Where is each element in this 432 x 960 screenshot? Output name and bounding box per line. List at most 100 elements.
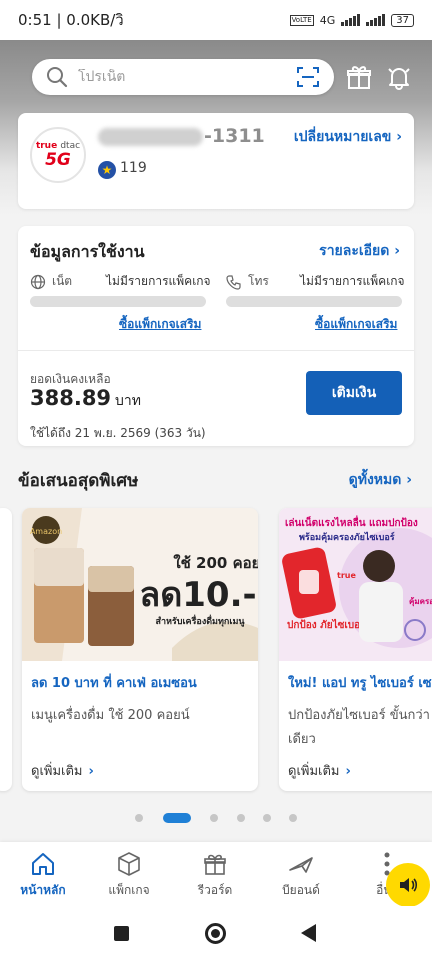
internet-label-row: เน็ต <box>30 272 72 291</box>
sound-button[interactable] <box>386 863 430 907</box>
chevron-right-icon: › <box>394 243 400 259</box>
promo-more-label: ดูเพิ่มเติม <box>31 764 83 779</box>
promo-title: ลด 10 บาท ที่ คาเฟ่ อเมซอน <box>31 676 197 691</box>
call-label: โทร <box>248 274 269 288</box>
home-icon <box>32 853 54 875</box>
nav-package[interactable]: แพ็กเกจ <box>86 842 172 906</box>
see-all-label: ดูทั้งหมด <box>348 472 402 488</box>
scan-icon[interactable] <box>296 65 320 89</box>
points-star-icon: ★ <box>98 161 116 179</box>
globe-icon <box>30 274 46 289</box>
nav-package-label: แพ็กเกจ <box>108 883 150 897</box>
banner-true-badge: ปกป้อง ภัยไซเบอร์ <box>287 618 366 631</box>
call-buy-addon-link[interactable]: ซื้อแพ็กเกจเสริม <box>315 315 397 334</box>
bottom-navigation: หน้าหลัก แพ็กเกจ รีวอร์ด บียอนด์ อื่นๆ <box>0 842 432 906</box>
banner-true-line2: พร้อมคุ้มครองภัยไซเบอร์ <box>299 531 395 543</box>
system-navigation-bar <box>0 906 432 960</box>
carousel-pagination <box>0 812 432 824</box>
recent-apps-icon[interactable] <box>114 926 129 941</box>
chevron-right-icon: › <box>88 764 94 779</box>
chevron-right-icon: › <box>396 129 402 145</box>
call-status: ไม่มีรายการแพ็คเกจ <box>300 274 405 288</box>
topup-button[interactable]: เติมเงิน <box>306 371 402 415</box>
change-number-link[interactable]: เปลี่ยนหมายเลข › <box>294 126 402 148</box>
internet-buy-addon-link[interactable]: ซื้อแพ็กเกจเสริม <box>119 315 201 334</box>
valid-until: ใช้ได้ถึง 21 พ.ย. 2569 (363 วัน) <box>30 426 206 440</box>
home-button-icon[interactable] <box>205 923 226 944</box>
nav-reward-label: รีวอร์ด <box>197 883 233 897</box>
back-icon[interactable] <box>301 924 316 942</box>
promo-title: ใหม่! แอป ทรู ไซเบอร์ เซฟ <box>288 676 432 691</box>
pagination-dot[interactable] <box>263 814 271 822</box>
balance-value: 388.89 <box>30 386 112 410</box>
pagination-dot[interactable] <box>210 814 218 822</box>
nav-reward[interactable]: รีวอร์ด <box>172 842 258 906</box>
pagination-dot[interactable] <box>289 814 297 822</box>
amazon-promo-banner: Amazon ใช้ 200 คอยน์ ลด10.- สำหรับเครื่อ… <box>22 508 258 661</box>
signal-icon <box>341 14 361 26</box>
nav-beyond-label: บียอนด์ <box>282 883 320 897</box>
pagination-dot[interactable] <box>237 814 245 822</box>
beyond-icon <box>289 857 313 873</box>
search-icon <box>47 67 68 88</box>
pagination-dot[interactable] <box>135 814 143 822</box>
true-dtac-5g-logo: true dtac 5G <box>30 127 86 183</box>
logo-5g: 5G <box>45 150 71 170</box>
speaker-icon <box>400 878 418 892</box>
banner-line1: ใช้ 200 คอยน์ <box>173 554 258 572</box>
status-time: 0:51 | 0.0KB/วิ <box>18 11 124 29</box>
internet-usage-bar <box>30 296 206 307</box>
pagination-dot-active[interactable] <box>163 813 191 823</box>
battery-icon: 37 <box>391 13 414 27</box>
usage-title: ข้อมูลการใช้งาน <box>30 242 145 261</box>
promo-more-label: ดูเพิ่มเติม <box>288 764 340 779</box>
chevron-right-icon: › <box>345 764 351 779</box>
signal-icon-2 <box>366 14 386 26</box>
promo-more-link[interactable]: ดูเพิ่มเติม › <box>31 760 94 781</box>
true-cyber-promo-banner: เล่นเน็ตแรงไหลลื่น แถมปกป้อง พร้อมคุ้มคร… <box>279 508 432 661</box>
reward-gift-icon <box>204 854 226 875</box>
usage-card: ข้อมูลการใช้งาน รายละเอียด › เน็ต ไม่มีร… <box>18 226 414 446</box>
nav-home[interactable]: หน้าหลัก <box>0 842 86 906</box>
gift-icon[interactable] <box>346 64 372 90</box>
volte-icon: VoLTE <box>289 14 314 26</box>
nav-beyond[interactable]: บียอนด์ <box>258 842 344 906</box>
balance-value-row: 388.89 บาท <box>30 386 141 412</box>
status-bar: 0:51 | 0.0KB/วิ VoLTE 4G 37 <box>0 0 432 40</box>
call-label-row: โทร <box>226 272 269 291</box>
network-type: 4G <box>319 13 336 27</box>
phone-number-masked <box>98 128 203 146</box>
phone-number-suffix: -1311 <box>204 125 265 147</box>
search-input[interactable] <box>78 69 296 85</box>
see-all-link[interactable]: ดูทั้งหมด › <box>349 469 412 491</box>
status-icons: VoLTE 4G 37 <box>289 13 414 27</box>
balance-unit: บาท <box>115 393 142 409</box>
banner-line2: ลด10.- <box>139 575 256 615</box>
offers-title: ข้อเสนอสุดพิเศษ <box>18 471 139 491</box>
search-bar[interactable] <box>32 59 334 95</box>
amazon-logo-text: Amazon <box>30 527 62 536</box>
internet-status: ไม่มีรายการแพ็คเกจ <box>106 274 211 288</box>
phone-icon <box>226 274 241 290</box>
promo-card-true-cyber[interactable]: เล่นเน็ตแรงไหลลื่น แถมปกป้อง พร้อมคุ้มคร… <box>279 508 432 791</box>
promo-card-partial[interactable] <box>0 508 12 791</box>
profile-card: true dtac 5G -1311 ★ 119 เปลี่ยนหมายเลข … <box>18 113 414 209</box>
change-number-label: เปลี่ยนหมายเลข <box>293 129 392 145</box>
call-usage-bar <box>226 296 402 307</box>
usage-detail-link[interactable]: รายละเอียด › <box>319 240 400 262</box>
internet-label: เน็ต <box>52 274 73 288</box>
divider <box>18 350 414 351</box>
promo-desc: เมนูเครื่องดื่ม ใช้ 200 คอยน์ <box>31 708 190 723</box>
notification-bell-icon[interactable] <box>386 64 412 90</box>
points-value: 119 <box>120 160 147 176</box>
banner-true-line1: เล่นเน็ตแรงไหลลื่น แถมปกป้อง <box>285 515 418 529</box>
nav-home-label: หน้าหลัก <box>20 883 66 897</box>
banner-true-logo: true <box>337 571 356 580</box>
package-icon <box>118 852 140 876</box>
banner-true-badge2: คุ้มครอง ภัยไซเบอร์ <box>409 596 432 607</box>
promo-more-link[interactable]: ดูเพิ่มเติม › <box>288 760 351 781</box>
usage-detail-label: รายละเอียด <box>319 243 390 259</box>
promo-desc: ปกป้องภัยไซเบอร์ ขั้นกว่า ปเดียว <box>288 708 432 747</box>
promo-card-amazon[interactable]: Amazon ใช้ 200 คอยน์ ลด10.- สำหรับเครื่อ… <box>22 508 258 791</box>
chevron-right-icon: › <box>406 472 412 488</box>
